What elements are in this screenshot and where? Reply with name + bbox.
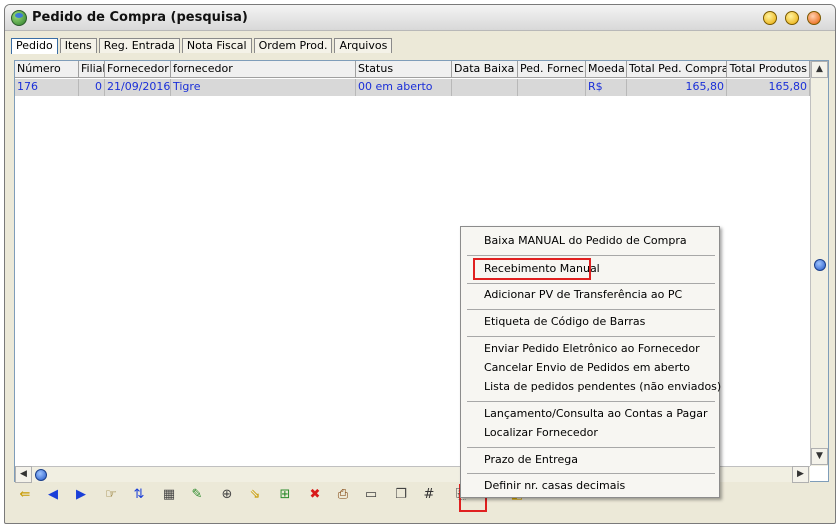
- menu-separator: [467, 255, 715, 256]
- globe-app-icon: [11, 10, 27, 26]
- menu-item-casas-decimais[interactable]: Definir nr. casas decimais: [484, 477, 625, 495]
- scroll-down-icon[interactable]: ▼: [811, 448, 828, 465]
- highlight-box: [473, 258, 591, 280]
- cell-fornecedor-date: 21/09/2016: [105, 79, 171, 96]
- vertical-scroll-thumb[interactable]: [814, 259, 826, 271]
- tab-nota-fiscal[interactable]: Nota Fiscal: [181, 38, 252, 53]
- table-row[interactable]: 176 0 21/09/2016 Tigre 00 em aberto R$ 1…: [15, 79, 810, 96]
- sort-icon[interactable]: ⇅: [129, 485, 149, 505]
- copy-icon[interactable]: ❐: [391, 485, 411, 505]
- title-bar[interactable]: Pedido de Compra (pesquisa): [5, 5, 835, 31]
- main-window: Pedido de Compra (pesquisa) Pedido Itens…: [4, 4, 836, 524]
- minimize-button[interactable]: [763, 11, 777, 25]
- menu-item-cancelar-envio[interactable]: Cancelar Envio de Pedidos em aberto: [484, 359, 690, 377]
- edit-icon[interactable]: ✎: [187, 485, 207, 505]
- col-header-ped-fornec[interactable]: Ped. Fornec.: [518, 61, 586, 78]
- col-header-data-baixa[interactable]: Data Baixa: [452, 61, 518, 78]
- cell-numero: 176: [15, 79, 79, 96]
- cell-fornecedor-name: Tigre: [171, 79, 356, 96]
- maximize-button[interactable]: [785, 11, 799, 25]
- menu-item-adicionar-pv[interactable]: Adicionar PV de Transferência ao PC: [484, 286, 682, 304]
- col-header-moeda[interactable]: Moeda: [586, 61, 627, 78]
- cell-total-produtos: 165,80: [727, 79, 810, 96]
- cell-data-baixa: [452, 79, 518, 96]
- tree-icon[interactable]: ⊞: [275, 485, 295, 505]
- card-icon[interactable]: ▭: [361, 485, 381, 505]
- menu-separator: [467, 401, 715, 402]
- cell-moeda: R$: [586, 79, 627, 96]
- tab-arquivos[interactable]: Arquivos: [334, 38, 393, 53]
- col-header-total-produtos[interactable]: Total Produtos: [727, 61, 810, 78]
- tab-strip: Pedido Itens Reg. Entrada Nota Fiscal Or…: [11, 38, 394, 54]
- context-menu: Baixa MANUAL do Pedido de Compra Recebim…: [460, 226, 721, 498]
- menu-separator: [467, 283, 715, 284]
- col-header-total-ped[interactable]: Total Ped. Compra: [627, 61, 727, 78]
- menu-item-enviar-pedido[interactable]: Enviar Pedido Eletrônico ao Fornecedor: [484, 340, 700, 358]
- horizontal-scroll-thumb[interactable]: [35, 469, 47, 481]
- tab-pedido[interactable]: Pedido: [11, 38, 58, 54]
- cell-status: 00 em aberto: [356, 79, 452, 96]
- menu-item-localizar[interactable]: Localizar Fornecedor: [484, 424, 598, 442]
- cell-filial: 0: [79, 79, 105, 96]
- col-header-fornecedor-code[interactable]: Fornecedor: [105, 61, 171, 78]
- next-arrow-icon[interactable]: ▶: [71, 485, 91, 505]
- menu-item-baixa-manual[interactable]: Baixa MANUAL do Pedido de Compra: [484, 232, 687, 250]
- col-header-fornecedor-name[interactable]: fornecedor: [171, 61, 356, 78]
- menu-separator: [467, 336, 715, 337]
- scroll-right-icon[interactable]: ▶: [792, 466, 809, 483]
- vertical-scrollbar[interactable]: ▲ ▼: [810, 61, 828, 466]
- menu-separator: [467, 309, 715, 310]
- scroll-left-icon[interactable]: ◀: [15, 466, 32, 483]
- exit-icon[interactable]: ⇚: [15, 485, 35, 505]
- close-button[interactable]: [807, 11, 821, 25]
- tab-reg-entrada[interactable]: Reg. Entrada: [98, 38, 180, 53]
- hash-icon[interactable]: #: [419, 485, 439, 505]
- scroll-up-icon[interactable]: ▲: [811, 61, 828, 78]
- window-title: Pedido de Compra (pesquisa): [32, 10, 248, 25]
- menu-separator: [467, 447, 715, 448]
- menu-item-lista-pendentes[interactable]: Lista de pedidos pendentes (não enviados…: [484, 378, 721, 396]
- cell-ped-fornec: [518, 79, 586, 96]
- col-header-numero[interactable]: Número: [15, 61, 79, 78]
- prev-arrow-icon[interactable]: ◀: [43, 485, 63, 505]
- cell-total-ped: 165,80: [627, 79, 727, 96]
- menu-item-lancamento[interactable]: Lançamento/Consulta ao Contas a Pagar: [484, 405, 708, 423]
- grid-header: Número Filial Fornecedor fornecedor Stat…: [15, 61, 810, 78]
- menu-item-prazo[interactable]: Prazo de Entrega: [484, 451, 578, 469]
- hand-pointer-icon[interactable]: ☞: [101, 485, 121, 505]
- calculator-icon[interactable]: ▦: [159, 485, 179, 505]
- tab-itens[interactable]: Itens: [59, 38, 97, 53]
- tab-ordem-prod[interactable]: Ordem Prod.: [253, 38, 333, 53]
- menu-separator: [467, 473, 715, 474]
- delete-icon[interactable]: ✖: [305, 485, 325, 505]
- menu-item-etiqueta[interactable]: Etiqueta de Código de Barras: [484, 313, 645, 331]
- col-header-filial[interactable]: Filial: [79, 61, 105, 78]
- col-header-status[interactable]: Status: [356, 61, 452, 78]
- zoom-icon[interactable]: ⊕: [217, 485, 237, 505]
- folder-arrow-icon[interactable]: ⇘: [245, 485, 265, 505]
- print-icon[interactable]: ⎙: [333, 485, 353, 505]
